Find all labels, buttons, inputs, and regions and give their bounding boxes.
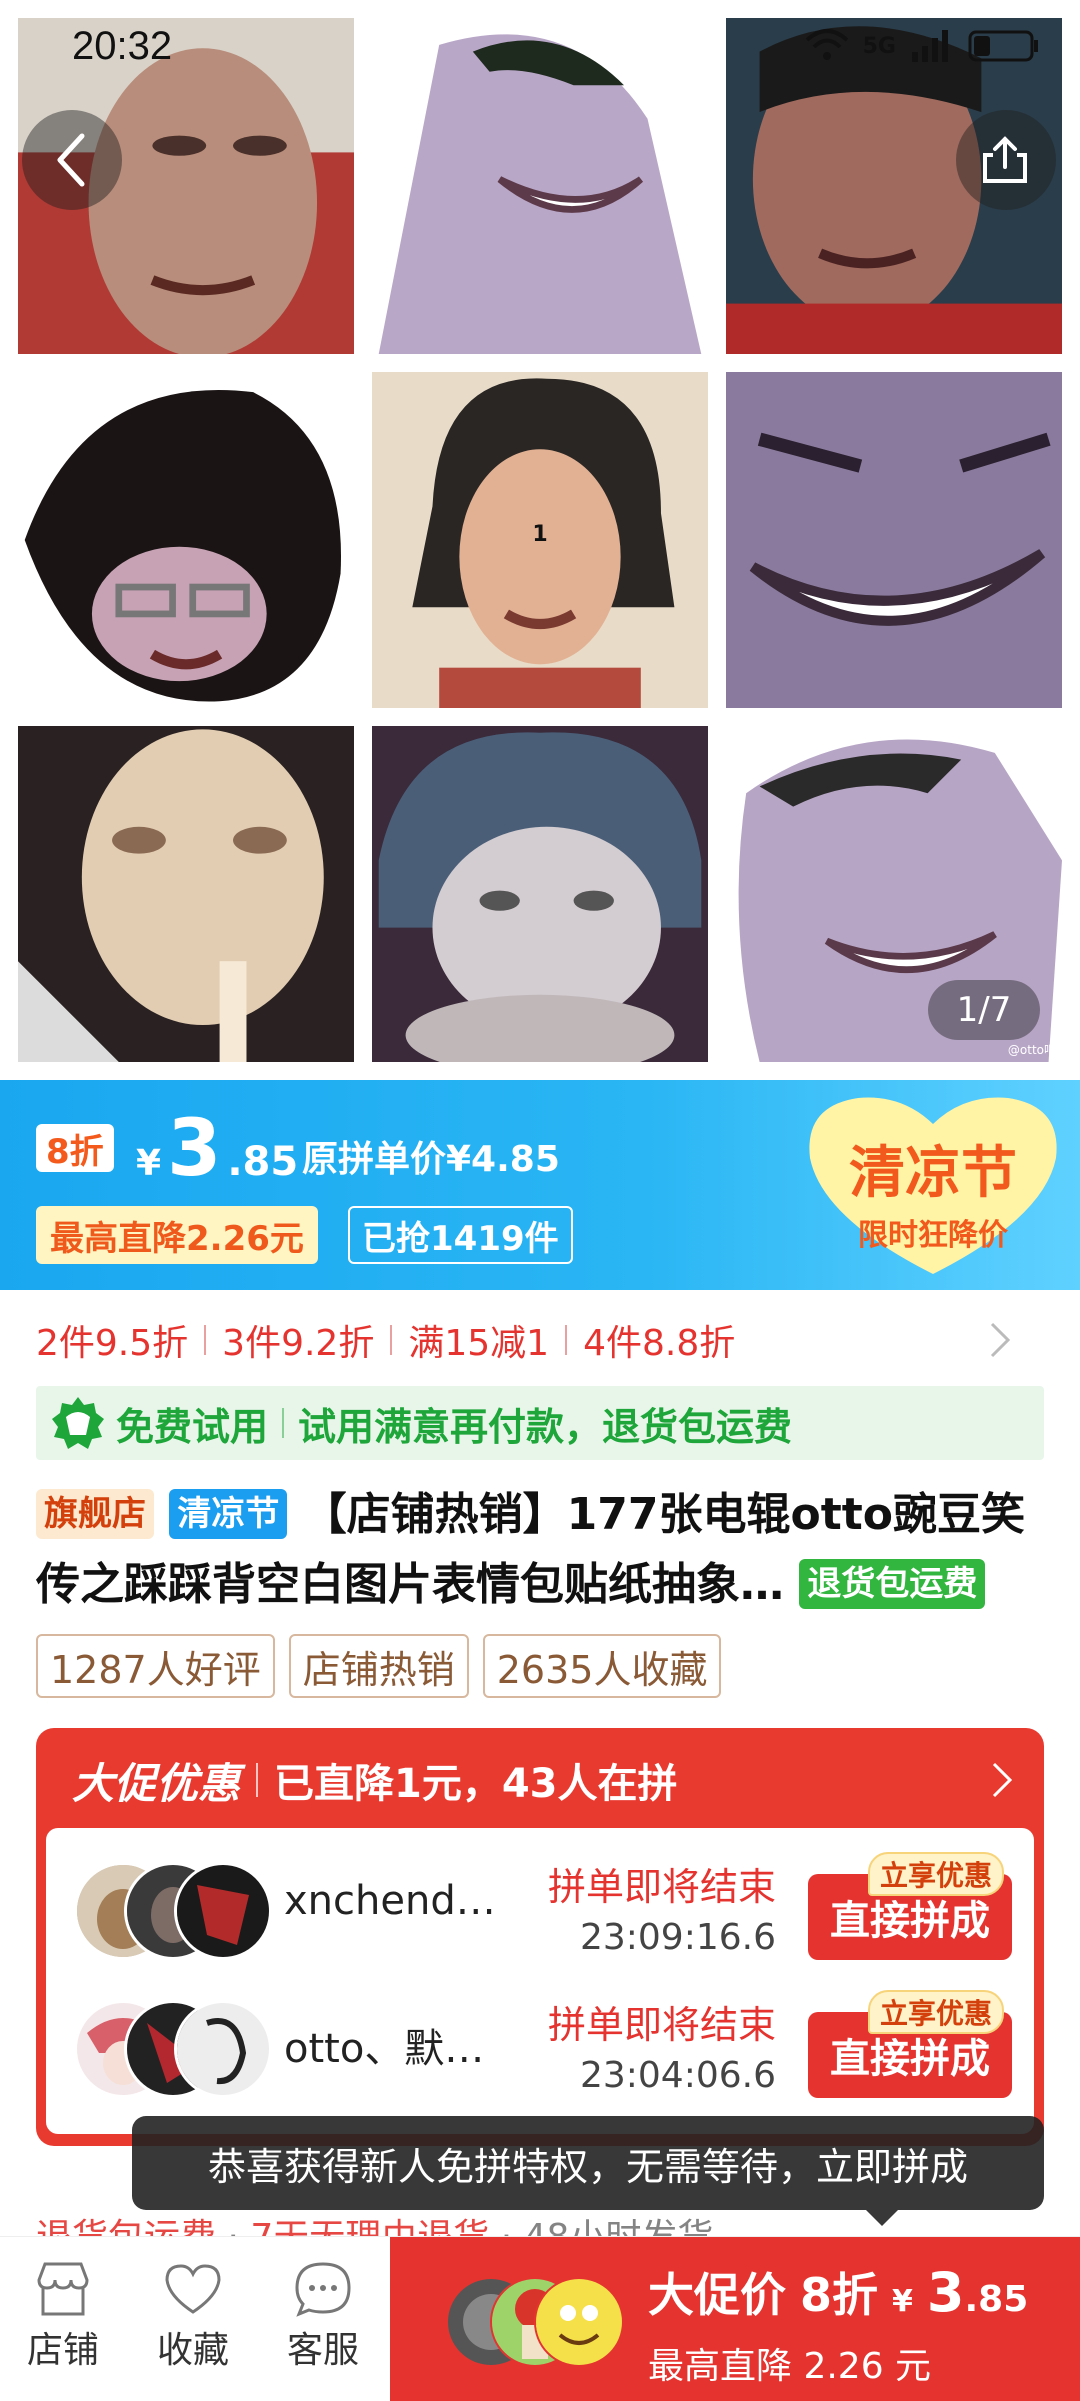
meme-face-image (372, 726, 708, 1062)
buy-currency: ¥ (892, 2284, 913, 2319)
bottom-action-bar: 店铺 收藏 客服 大促价 8折 ¥ 3 .85 最高直降 2.26 元 (0, 2236, 1080, 2401)
network-type: 5G (862, 33, 896, 59)
product-highlights: 1287人好评 店铺热销 2635人收藏 (36, 1634, 722, 1698)
buy-subtitle: 最高直降 2.26 元 (648, 2346, 932, 2387)
ends-label: 拼单即将结束 (547, 2003, 776, 2047)
avatar (174, 2000, 272, 2098)
heart-icon (165, 2264, 221, 2314)
free-return-tag: 退货包运费 (799, 1559, 986, 1609)
free-trial-banner[interactable]: 免费试用 试用满意再付款，退货包运费 (36, 1386, 1044, 1460)
festival-tag: 清凉节 (169, 1489, 288, 1539)
signal-icon (912, 30, 948, 62)
festival-badge: 清凉节 限时狂降价 (802, 1088, 1064, 1278)
flagship-store-tag: 旗舰店 (36, 1489, 154, 1539)
wifi-icon (805, 29, 848, 60)
center-label: 1 (532, 522, 548, 547)
chat-icon (295, 2262, 351, 2317)
original-price: 原拼单价¥4.85 (302, 1139, 560, 1180)
group-user-name: otto、默… (284, 2026, 485, 2072)
buy-price-integer: 3 (926, 2261, 965, 2324)
chip-favorites[interactable]: 2635人收藏 (482, 1634, 722, 1698)
avatar-stack (74, 1862, 272, 1960)
product-title: 旗舰店 清凉节 【店铺热销】177张电辊otto豌豆笑传之踩踩背空白图片表情包贴… (36, 1480, 1046, 1620)
trial-badge-icon (52, 1397, 104, 1449)
tier-item: 4件8.8折 (583, 1323, 736, 1364)
status-bar: 20:32 5G (0, 0, 1080, 100)
watermark: @otto吧 (1007, 1043, 1056, 1057)
ends-label: 拼单即将结束 (547, 1865, 776, 1909)
meme-face-image (726, 372, 1062, 708)
group-buy-header[interactable]: 大促优惠 已直降1元，43人在拼 (72, 1750, 1014, 1810)
tier-item: 满15减1 (408, 1323, 550, 1364)
nav-label: 客服 (286, 2330, 359, 2371)
product-image-gallery[interactable]: 1 @otto吧 20:32 5G 1/7 (0, 0, 1080, 1080)
toast-arrow (866, 2210, 898, 2226)
avatar (534, 2277, 624, 2367)
meme-face-image (18, 372, 354, 708)
instant-discount-tag: 立享优惠 (868, 1990, 1005, 2034)
buy-now-button[interactable]: 大促价 8折 ¥ 3 .85 最高直降 2.26 元 (390, 2237, 1080, 2401)
nav-label: 收藏 (156, 2330, 229, 2371)
tier-item: 2件9.5折 (36, 1323, 189, 1364)
back-arrow-icon (57, 133, 85, 187)
chip-hot-sale[interactable]: 店铺热销 (288, 1634, 469, 1698)
page-indicator: 1/7 (928, 980, 1040, 1040)
price: ¥ 3 .85 (136, 1110, 298, 1188)
buy-discount: 8折 (800, 2268, 879, 2322)
sold-count-badge: 已抢1419件 (348, 1206, 573, 1264)
avatar-stack (74, 2000, 272, 2098)
group-row: otto、默… 拼单即将结束 23:04:06.6 直接拼成 立享优惠 (46, 1976, 1034, 2106)
store-icon (37, 2262, 89, 2316)
share-button[interactable] (956, 110, 1056, 210)
nav-customer-service[interactable]: 客服 (268, 2257, 378, 2373)
price-currency: ¥ (136, 1143, 162, 1184)
nav-favorite[interactable]: 收藏 (138, 2257, 248, 2373)
nav-store[interactable]: 店铺 (8, 2257, 118, 2373)
festival-subtitle: 限时狂降价 (858, 1218, 1008, 1253)
instant-discount-tag: 立享优惠 (868, 1852, 1005, 1896)
chevron-right-icon (990, 1322, 1011, 1358)
max-drop-badge: 最高直降2.26元 (36, 1206, 318, 1264)
trial-desc: 试用满意再付款，退货包运费 (298, 1404, 793, 1449)
promo-banner: 8折 ¥ 3 .85 原拼单价¥4.85 最高直降2.26元 已抢1419件 清… (0, 1080, 1080, 1290)
avatar (174, 1862, 272, 1960)
chip-reviews[interactable]: 1287人好评 (36, 1634, 275, 1698)
price-integer: 3 (167, 1104, 222, 1194)
meme-face-image (18, 726, 354, 1062)
chevron-right-icon (992, 1762, 1013, 1798)
countdown: 23:09:16.6 (579, 1917, 776, 1958)
countdown: 23:04:06.6 (579, 2055, 776, 2096)
meme-face-image: 1 (372, 372, 708, 708)
buy-price-decimal: .85 (964, 2279, 1029, 2320)
back-button[interactable] (22, 110, 122, 210)
trial-label: 免费试用 (116, 1404, 269, 1449)
group-list: xnchend… 拼单即将结束 23:09:16.6 直接拼成 立享优惠 ott… (46, 1828, 1034, 2134)
buy-label: 大促价 (648, 2268, 786, 2322)
tier-discounts[interactable]: 2件9.5折 3件9.2折 满15减1 4件8.8折 (36, 1310, 1046, 1370)
discount-badge: 8折 (36, 1124, 114, 1172)
price-decimal: .85 (227, 1139, 299, 1185)
status-time: 20:32 (72, 24, 173, 68)
group-user-name: xnchend… (284, 1878, 496, 1924)
battery-icon (968, 30, 1038, 62)
toast-message: 恭喜获得新人免拼特权，无需等待，立即拼成 (132, 2116, 1044, 2210)
promo-brand: 大促优惠 (72, 1758, 241, 1808)
group-buy-card: 大促优惠 已直降1元，43人在拼 xnchend… 拼单即将结束 23:09:1… (36, 1728, 1044, 2146)
festival-title: 清凉节 (849, 1141, 1017, 1206)
nav-label: 店铺 (26, 2330, 99, 2371)
tier-item: 3件9.2折 (222, 1323, 375, 1364)
share-icon (983, 136, 1027, 183)
group-desc: 已直降1元，43人在拼 (274, 1761, 678, 1807)
avatar-stack (446, 2277, 636, 2367)
group-row: xnchend… 拼单即将结束 23:09:16.6 直接拼成 立享优惠 (46, 1838, 1034, 1968)
